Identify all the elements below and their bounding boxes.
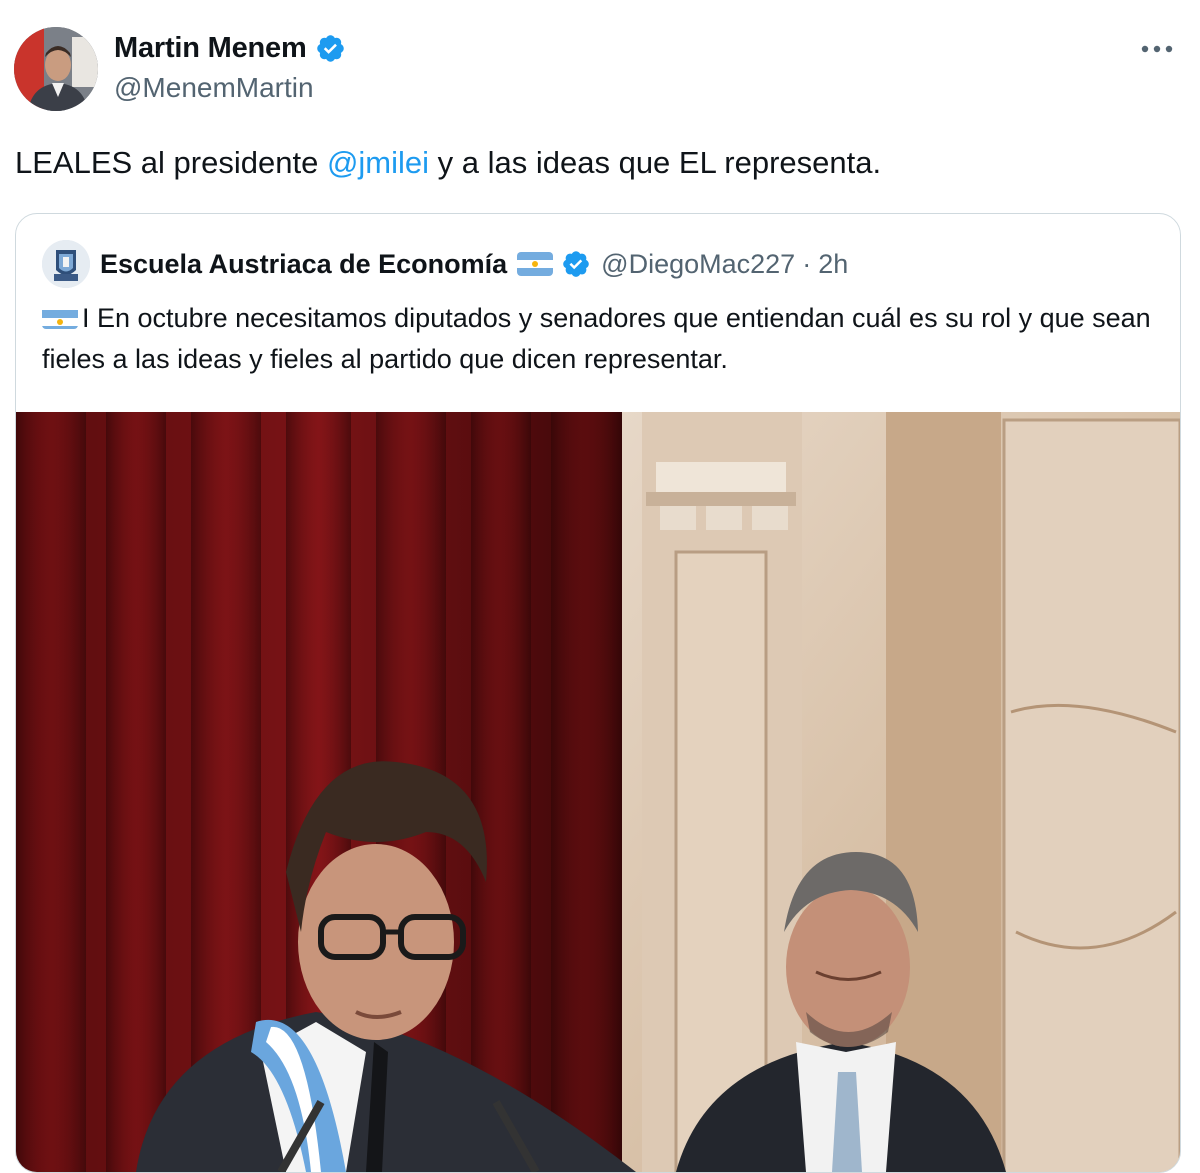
argentina-flag-icon [42,305,78,329]
tweet: Martin Menem @MenemMartin LEALES al pres… [0,0,1200,1173]
quoted-timestamp[interactable]: 2h [818,249,848,280]
quoted-author-name[interactable]: Escuela Austriaca de Economía [100,249,507,280]
quoted-text: I En octubre necesitamos diputados y sen… [42,298,1152,380]
verified-badge-icon [315,33,346,64]
author-handle[interactable]: @MenemMartin [114,72,346,104]
mention-link[interactable]: @jmilei [327,145,429,180]
quoted-media-photo[interactable] [16,412,1180,1172]
author-avatar[interactable] [14,27,98,111]
tweet-text-before: LEALES al presidente [15,145,327,180]
argentina-flag-icon [517,252,554,276]
tweet-text: LEALES al presidente @jmilei y a las ide… [15,140,881,186]
author-name[interactable]: Martin Menem [114,32,307,65]
quoted-text-body: I En octubre necesitamos diputados y sen… [42,303,1151,374]
tweet-text-after: y a las ideas que EL representa. [429,145,882,180]
quoted-tweet[interactable]: Escuela Austriaca de Economía @DiegoMac2… [15,213,1181,1173]
quoted-header: Escuela Austriaca de Economía @DiegoMac2… [42,240,848,288]
more-options-button[interactable] [1134,34,1180,66]
quoted-author-avatar[interactable] [42,240,90,288]
author-name-row: Martin Menem [114,28,346,68]
author-block: Martin Menem @MenemMartin [114,28,346,104]
separator-dot: · [802,248,812,279]
more-horizontal-icon [1140,41,1174,59]
quoted-author-handle[interactable]: @DiegoMac227 [601,249,795,280]
quoted-verified-badge-icon [561,249,591,279]
